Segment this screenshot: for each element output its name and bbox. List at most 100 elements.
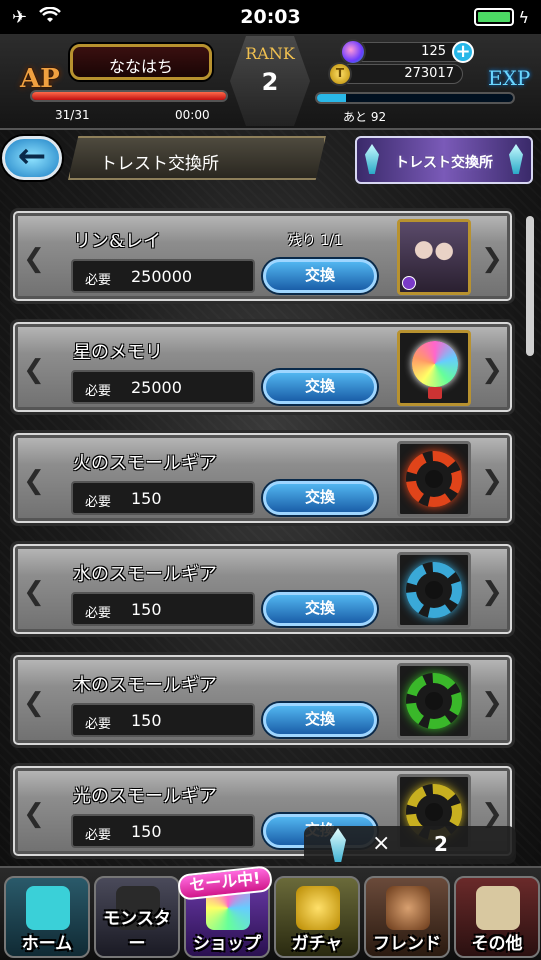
add-gems-button[interactable]: + [452, 41, 474, 63]
rank-value: 2 [261, 68, 279, 96]
rank-label: RANK [245, 44, 295, 63]
ornament-icon: ❯ [481, 355, 503, 385]
nav-label: ガチャ [291, 934, 343, 954]
player-name: ななはち [108, 57, 173, 76]
item-thumbnail[interactable] [397, 441, 471, 517]
item-thumbnail[interactable] [397, 219, 471, 295]
back-arrow-icon: ← [17, 136, 47, 176]
exp-bar [315, 92, 515, 104]
item-count-overlay: × 2 [304, 826, 516, 864]
bottom-nav: ホーム モンスター ショップ ガチャ フレンド その他 セール中! [0, 865, 541, 960]
exchange-item: ❮ ❯ 木のスモールギア 必要 150 交換 [10, 652, 515, 748]
count-value: 2 [434, 832, 448, 856]
coin-icon: T [328, 62, 352, 86]
page-title: トレスト交換所 [100, 154, 219, 174]
required-label: 必要 [85, 384, 112, 399]
exchange-button[interactable]: 交換 [263, 592, 377, 626]
player-name-frame[interactable]: ななはち [70, 44, 212, 80]
ornament-icon: ❯ [481, 244, 503, 274]
item-name: 水のスモールギア [73, 564, 217, 585]
exp-remaining: あと 92 [343, 110, 387, 124]
gear-icon [406, 673, 462, 729]
exchange-button[interactable]: 交換 [263, 259, 377, 293]
required-value: 25000 [131, 378, 182, 397]
item-name: 木のスモールギア [73, 675, 217, 696]
item-thumbnail[interactable] [397, 330, 471, 406]
item-name: リン&レイ [73, 231, 162, 252]
ornament-icon: ❯ [481, 688, 503, 718]
nav-item-other[interactable]: その他 [454, 876, 540, 958]
ap-timer: 00:00 [175, 108, 210, 122]
memory-orb-icon [412, 341, 458, 387]
item-name: 火のスモールギア [73, 453, 217, 474]
item-name: 光のスモールギア [73, 786, 217, 807]
nav-item-friend[interactable]: フレンド [364, 876, 450, 958]
exchange-banner-button[interactable]: トレスト交換所 [355, 136, 533, 184]
exchange-button[interactable]: 交換 [263, 370, 377, 404]
coin-counter: T 273017 [328, 62, 463, 86]
nav-item-monster[interactable]: モンスター [94, 876, 180, 958]
ornament-icon: ❯ [481, 466, 503, 496]
other-icon [476, 886, 520, 930]
required-label: 必要 [85, 828, 112, 843]
gem-value: 125 [421, 44, 446, 59]
required-box: 必要 25000 [71, 370, 255, 404]
status-time: 20:03 [240, 6, 301, 28]
nav-label: ホーム [21, 934, 73, 954]
ornament-icon: ❮ [23, 799, 45, 829]
required-box: 必要 150 [71, 481, 255, 515]
friend-icon [386, 886, 430, 930]
gem-icon [340, 39, 366, 65]
item-remaining: 残り 1/1 [288, 233, 343, 249]
ap-bar [30, 90, 228, 102]
page-title-plate: トレスト交換所 [68, 136, 326, 180]
coin-value: 273017 [404, 66, 454, 81]
required-box: 必要 150 [71, 592, 255, 626]
nav-label: その他 [471, 934, 523, 954]
home-icon [26, 886, 70, 930]
back-button[interactable]: ← [2, 136, 62, 180]
count-times: × [372, 831, 391, 856]
scrollbar[interactable] [526, 216, 534, 356]
exchange-item: ❮ ❯ 水のスモールギア 必要 150 交換 [10, 541, 515, 637]
item-thumbnail[interactable] [397, 552, 471, 628]
exchange-item: ❮ ❯ リン&レイ 残り 1/1 必要 250000 交換 [10, 208, 515, 304]
nav-item-home[interactable]: ホーム [4, 876, 90, 958]
banner-label: トレスト交換所 [395, 155, 493, 171]
rank-box: RANK 2 [230, 36, 310, 126]
ornament-icon: ❮ [23, 244, 45, 274]
exchange-item: ❮ ❯ 星のメモリ 必要 25000 交換 [10, 319, 515, 415]
required-value: 150 [131, 489, 162, 508]
required-box: 必要 150 [71, 703, 255, 737]
ornament-icon: ❯ [481, 577, 503, 607]
exchange-button[interactable]: 交換 [263, 703, 377, 737]
gacha-icon [296, 886, 340, 930]
item-thumbnail[interactable] [397, 663, 471, 739]
required-box: 必要 150 [71, 814, 255, 848]
ornament-icon: ❮ [23, 577, 45, 607]
ornament-icon: ❮ [23, 688, 45, 718]
gear-icon [406, 451, 462, 507]
nav-label: モンスター [103, 909, 171, 954]
nav-label: ショップ [193, 934, 261, 954]
required-box: 必要 250000 [71, 259, 255, 293]
ap-value: 31/31 [55, 108, 90, 122]
required-value: 250000 [131, 267, 193, 286]
ornament-icon: ❮ [23, 355, 45, 385]
gem-counter: 125 [340, 39, 465, 65]
nav-item-gacha[interactable]: ガチャ [274, 876, 360, 958]
required-value: 150 [131, 822, 162, 841]
status-bar: ✈ 20:03 ϟ [0, 0, 541, 34]
ornament-icon: ❮ [23, 466, 45, 496]
gear-icon [406, 562, 462, 618]
nav-label: フレンド [373, 934, 441, 954]
exchange-button[interactable]: 交換 [263, 481, 377, 515]
required-value: 150 [131, 600, 162, 619]
player-header: AP ななはち 31/31 00:00 RANK 2 125 + T 27301… [0, 34, 541, 130]
required-value: 150 [131, 711, 162, 730]
crystal-icon [330, 828, 346, 862]
required-label: 必要 [85, 606, 112, 621]
required-label: 必要 [85, 273, 112, 288]
exchange-list[interactable]: ❮ ❯ リン&レイ 残り 1/1 必要 250000 交換 ❮ ❯ 星のメモリ … [0, 208, 541, 868]
required-label: 必要 [85, 717, 112, 732]
